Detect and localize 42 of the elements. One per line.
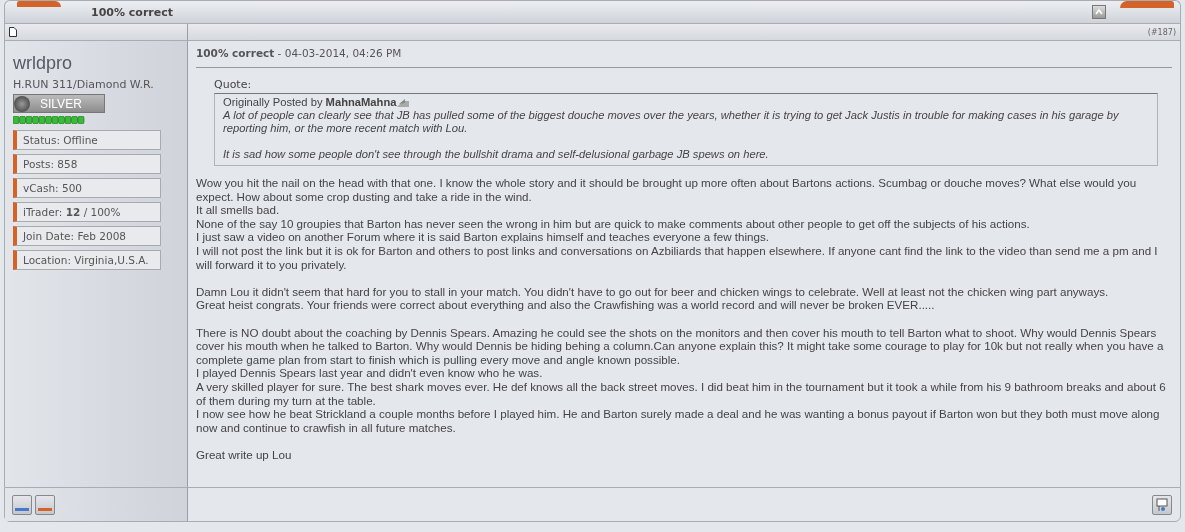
user-stat: Join Date: Feb 2008 <box>13 226 161 246</box>
quote-author[interactable]: MahnaMahna <box>325 96 397 108</box>
thread-title: 100% correct <box>91 5 173 19</box>
quote-text: It is sad how some people don't see through the bullshit drama and self-delusional garbage JB spews on here. <box>223 148 770 161</box>
theme-button[interactable] <box>12 494 32 515</box>
document-icon <box>9 27 17 37</box>
caret-icon <box>1095 9 1103 15</box>
post-text: Damn Lou it didn't seem that hard for you to stall in your match. You didn't have to go out for beer and chicken wings to celebrate. Well at least not the chicken wing part anyways. <box>196 284 1110 299</box>
user-title: H.RUN 311/Diamond W.R. <box>13 78 154 91</box>
quote-label: Quote: <box>214 78 253 91</box>
post-text: It all smells bad. <box>196 203 281 217</box>
flag-icon <box>1156 497 1168 512</box>
quote-attribution: Originally Posted by <box>223 96 324 108</box>
post-text: There is NO doubt about the coaching by Dennis Spears. Amazing he could see the shots on the monitors and then cover his mouth to tell Barton what to shoot. Why would Dennis Spears cover his mouth when he talked to Barton. Why would Dennis be hiding behing a column.Can anyone explain this? It might take some courage to play for 10k but not really when you have a complete game plan from start to finish which is pulling every move and angle known possible. <box>196 325 1165 367</box>
report-button[interactable] <box>1152 494 1172 515</box>
collapse-button[interactable] <box>1092 5 1106 19</box>
username: wrldpro <box>13 53 73 74</box>
post-date: - 04-03-2014, 04:26 PM <box>276 47 402 59</box>
post-number[interactable]: (#187) <box>1147 27 1176 37</box>
user-stat: vCash: 500 <box>13 178 161 198</box>
quote-text: A lot of people can clearly see that JB has pulled some of the biggest douche moves over the years, whether it is trying to get Jack Justis in trouble for making cases in his garage by reporting him, or the more recent match with Lou. <box>223 109 1120 135</box>
post-text: Great heist congrats. Your friends were correct about everything and also the Crawfishing was a world record and will never be broken EVER..... <box>196 298 936 312</box>
post-title: 100% correct <box>196 47 275 59</box>
user-stat: Status: Offline <box>13 130 161 150</box>
post-text: Great write up Lou <box>196 447 293 462</box>
medal-icon <box>14 95 30 112</box>
user-stat: iTrader: 12 / 100% <box>13 202 161 222</box>
post-text: I will not post the link but it is ok for Barton and others to post links and conversations on Azbiliards that happen elsewhere. If anyone cant find the link to the video than send me a pm and I will forward it to you privately. <box>196 243 1159 272</box>
post-text: A very skilled player for sure. The best shark moves ever. He def knows all the back street moves. I did beat him in the tournament but it took a while from his 9 bathroom breaks and about 6 of them during my turn at the table. <box>196 379 1167 408</box>
post-text: Wow you hit the nail on the head with that one. I know the whole story and it should be brought up more often about Bartons actions. Scumbag or douche moves? What else would you expect. How about some crop dusting and take a ride in the wind. <box>196 176 1138 204</box>
rank-badge: SILVER <box>13 94 105 113</box>
post-text: I played Dennis Spears last year and didn't even know who he was. <box>196 366 544 380</box>
theme-button[interactable] <box>35 494 55 515</box>
user-stat: Posts: 858 <box>13 154 161 174</box>
view-post-icon[interactable] <box>396 98 411 109</box>
reputation-dots-icon <box>13 116 85 124</box>
bar-icon <box>15 507 29 511</box>
post-text: I now see how he beat Strickland a couple months before I played him. He and Barton surely made a deal and he was wanting a bonus payout if Barton won but they both must move along now and continue to crawfish in all future matches. <box>196 407 1161 435</box>
bar-icon <box>38 507 52 511</box>
user-stat: Location: Virginia,U.S.A. <box>13 250 161 270</box>
post-text: I just saw a video on another Forum where it is said Barton explains himself and teaches everyone a few things. <box>196 230 770 244</box>
post-text: None of the say 10 groupies that Barton has never seen the wrong in him but are quick to make comments about other people to get off the subjects of his actions. <box>196 216 1031 231</box>
